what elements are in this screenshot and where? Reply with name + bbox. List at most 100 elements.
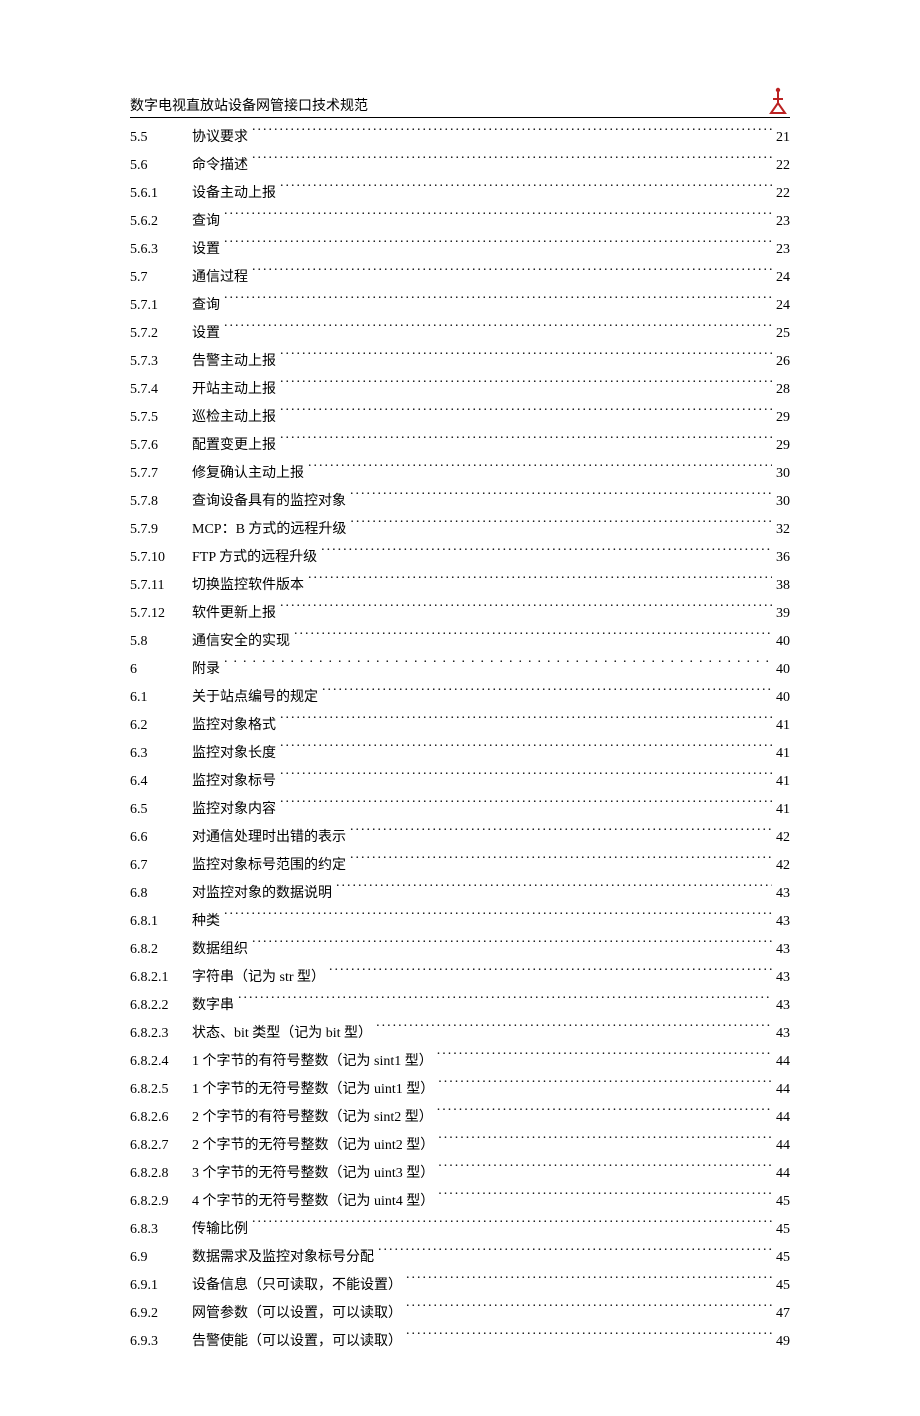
toc-entry[interactable]: 6.8.2.72 个字节的无符号整数（记为 uint2 型）44 bbox=[130, 1132, 790, 1160]
toc-leader-dots bbox=[378, 1247, 772, 1261]
toc-section-title: 数据组织 bbox=[192, 936, 248, 964]
toc-entry[interactable]: 6.4监控对象标号41 bbox=[130, 768, 790, 796]
toc-entry[interactable]: 5.7.5巡检主动上报29 bbox=[130, 404, 790, 432]
toc-page-number: 23 bbox=[776, 208, 790, 236]
toc-section-title: 附录 bbox=[192, 656, 220, 684]
toc-entry[interactable]: 6.8.2.41 个字节的有符号整数（记为 sint1 型）44 bbox=[130, 1048, 790, 1076]
toc-entry[interactable]: 6.8.2.83 个字节的无符号整数（记为 uint3 型）44 bbox=[130, 1160, 790, 1188]
toc-leader-dots bbox=[308, 463, 772, 477]
toc-leader-dots bbox=[280, 435, 772, 449]
toc-entry[interactable]: 6.8.2.3状态、bit 类型（记为 bit 型）43 bbox=[130, 1020, 790, 1048]
toc-entry[interactable]: 6.9数据需求及监控对象标号分配45 bbox=[130, 1244, 790, 1272]
toc-section-number: 5.7.1 bbox=[130, 292, 192, 320]
toc-entry[interactable]: 5.7.4开站主动上报28 bbox=[130, 376, 790, 404]
toc-section-number: 6.6 bbox=[130, 824, 192, 852]
toc-page-number: 45 bbox=[776, 1244, 790, 1272]
toc-leader-dots bbox=[308, 575, 772, 589]
toc-section-title: 监控对象内容 bbox=[192, 796, 276, 824]
toc-section-title: 网管参数（可以设置，可以读取） bbox=[192, 1300, 402, 1328]
toc-page-number: 41 bbox=[776, 740, 790, 768]
toc-section-number: 5.6.2 bbox=[130, 208, 192, 236]
toc-entry[interactable]: 6.2监控对象格式41 bbox=[130, 712, 790, 740]
toc-entry[interactable]: 5.7.7修复确认主动上报30 bbox=[130, 460, 790, 488]
toc-entry[interactable]: 6.7监控对象标号范围的约定42 bbox=[130, 852, 790, 880]
toc-entry[interactable]: 5.7.11切换监控软件版本38 bbox=[130, 572, 790, 600]
toc-section-title: MCP：B 方式的远程升级 bbox=[192, 516, 346, 544]
toc-entry[interactable]: 5.7.9MCP：B 方式的远程升级32 bbox=[130, 516, 790, 544]
toc-entry[interactable]: 5.7通信过程24 bbox=[130, 264, 790, 292]
toc-section-number: 5.7.4 bbox=[130, 376, 192, 404]
toc-page-number: 43 bbox=[776, 992, 790, 1020]
toc-leader-dots bbox=[252, 939, 772, 953]
toc-entry[interactable]: 6.8.2.94 个字节的无符号整数（记为 uint4 型）45 bbox=[130, 1188, 790, 1216]
toc-entry[interactable]: 5.7.12软件更新上报39 bbox=[130, 600, 790, 628]
toc-entry[interactable]: 6.9.1设备信息（只可读取，不能设置）45 bbox=[130, 1272, 790, 1300]
toc-leader-dots bbox=[252, 1219, 772, 1233]
toc-entry[interactable]: 6.8.2.2数字串43 bbox=[130, 992, 790, 1020]
toc-entry[interactable]: 6.5监控对象内容41 bbox=[130, 796, 790, 824]
toc-entry[interactable]: 5.8通信安全的实现40 bbox=[130, 628, 790, 656]
toc-page-number: 25 bbox=[776, 320, 790, 348]
toc-section-number: 6.8.2 bbox=[130, 936, 192, 964]
toc-page-number: 40 bbox=[776, 684, 790, 712]
toc-section-title: 对通信处理时出错的表示 bbox=[192, 824, 346, 852]
toc-entry[interactable]: 5.6.1设备主动上报22 bbox=[130, 180, 790, 208]
toc-leader-dots bbox=[438, 1191, 772, 1205]
toc-section-number: 6 bbox=[130, 656, 192, 684]
toc-entry[interactable]: 6.3监控对象长度41 bbox=[130, 740, 790, 768]
toc-entry[interactable]: 6.8.2.1字符串（记为 str 型）43 bbox=[130, 964, 790, 992]
toc-entry[interactable]: 6.8对监控对象的数据说明43 bbox=[130, 880, 790, 908]
toc-page-number: 43 bbox=[776, 908, 790, 936]
toc-entry[interactable]: 6.9.3告警使能（可以设置，可以读取）49 bbox=[130, 1328, 790, 1356]
toc-leader-dots bbox=[280, 743, 772, 757]
toc-entry[interactable]: 6.1关于站点编号的规定40 bbox=[130, 684, 790, 712]
toc-entry[interactable]: 6.6对通信处理时出错的表示42 bbox=[130, 824, 790, 852]
toc-section-number: 6.9.2 bbox=[130, 1300, 192, 1328]
toc-section-number: 5.7.2 bbox=[130, 320, 192, 348]
toc-section-number: 5.7.12 bbox=[130, 600, 192, 628]
toc-entry[interactable]: 5.7.6配置变更上报29 bbox=[130, 432, 790, 460]
toc-page-number: 44 bbox=[776, 1132, 790, 1160]
toc-page-number: 45 bbox=[776, 1188, 790, 1216]
toc-entry[interactable]: 6.8.1种类43 bbox=[130, 908, 790, 936]
toc-page-number: 44 bbox=[776, 1076, 790, 1104]
toc-leader-dots bbox=[224, 239, 772, 253]
toc-leader-dots bbox=[329, 967, 772, 981]
toc-section-number: 6.8.2.9 bbox=[130, 1188, 192, 1216]
toc-entry[interactable]: 5.7.2设置25 bbox=[130, 320, 790, 348]
toc-entry[interactable]: 5.6.3设置23 bbox=[130, 236, 790, 264]
toc-entry[interactable]: 5.7.1查询24 bbox=[130, 292, 790, 320]
toc-section-number: 5.7.11 bbox=[130, 572, 192, 600]
toc-section-number: 6.3 bbox=[130, 740, 192, 768]
toc-section-title: 设备主动上报 bbox=[192, 180, 276, 208]
table-of-contents: 5.5协议要求215.6命令描述225.6.1设备主动上报225.6.2查询23… bbox=[130, 124, 790, 1356]
toc-entry[interactable]: 5.7.10FTP 方式的远程升级36 bbox=[130, 544, 790, 572]
toc-entry[interactable]: 5.6.2查询23 bbox=[130, 208, 790, 236]
toc-section-title: 协议要求 bbox=[192, 124, 248, 152]
toc-page-number: 41 bbox=[776, 712, 790, 740]
toc-entry[interactable]: 5.6命令描述22 bbox=[130, 152, 790, 180]
toc-page-number: 30 bbox=[776, 460, 790, 488]
toc-entry[interactable]: 6.8.2.51 个字节的无符号整数（记为 uint1 型）44 bbox=[130, 1076, 790, 1104]
toc-page-number: 22 bbox=[776, 152, 790, 180]
toc-entry[interactable]: 5.7.8查询设备具有的监控对象30 bbox=[130, 488, 790, 516]
toc-leader-dots bbox=[238, 995, 772, 1009]
toc-leader-dots bbox=[224, 911, 772, 925]
tower-logo-icon bbox=[766, 85, 790, 115]
toc-entry[interactable]: 6.8.2.62 个字节的有符号整数（记为 sint2 型）44 bbox=[130, 1104, 790, 1132]
toc-entry[interactable]: 6.8.3传输比例45 bbox=[130, 1216, 790, 1244]
toc-section-number: 6.8.1 bbox=[130, 908, 192, 936]
toc-section-title: 告警主动上报 bbox=[192, 348, 276, 376]
toc-section-number: 5.7.7 bbox=[130, 460, 192, 488]
toc-page-number: 43 bbox=[776, 880, 790, 908]
toc-section-title: 设置 bbox=[192, 236, 220, 264]
toc-entry[interactable]: 6.8.2数据组织43 bbox=[130, 936, 790, 964]
toc-entry[interactable]: 6附录40 bbox=[130, 656, 790, 684]
toc-leader-dots bbox=[350, 491, 772, 505]
toc-entry[interactable]: 6.9.2网管参数（可以设置，可以读取）47 bbox=[130, 1300, 790, 1328]
toc-page-number: 23 bbox=[776, 236, 790, 264]
toc-leader-dots bbox=[280, 603, 772, 617]
toc-entry[interactable]: 5.5协议要求21 bbox=[130, 124, 790, 152]
toc-entry[interactable]: 5.7.3告警主动上报26 bbox=[130, 348, 790, 376]
toc-page-number: 49 bbox=[776, 1328, 790, 1356]
